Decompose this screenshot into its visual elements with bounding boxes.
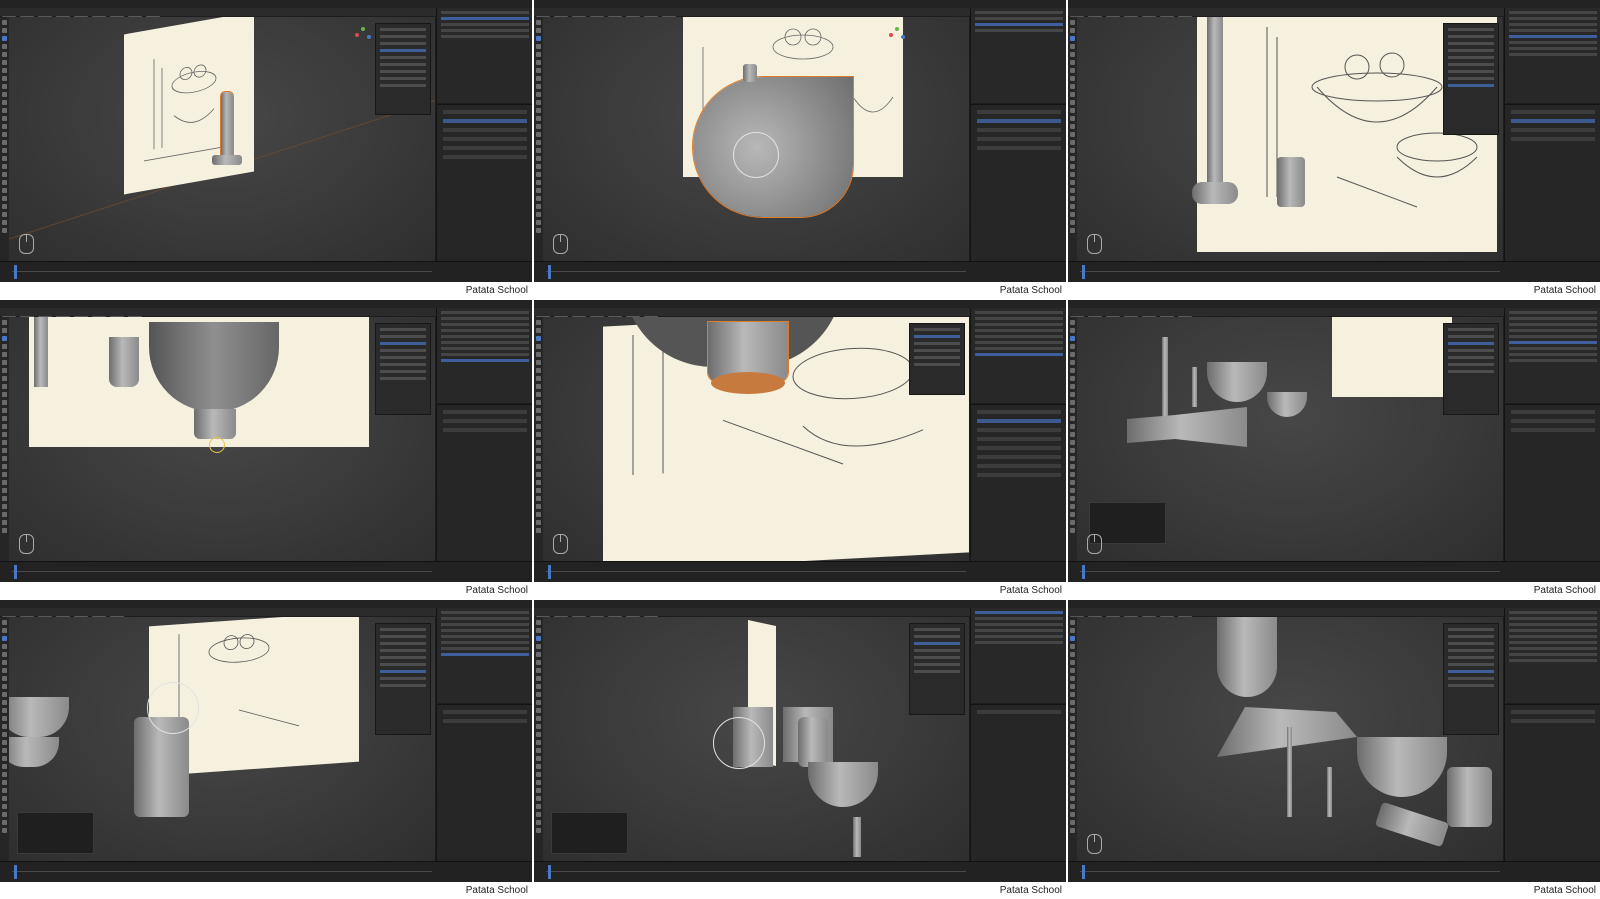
sidebar-panel[interactable] xyxy=(1443,323,1499,415)
sidebar-panel[interactable] xyxy=(909,323,965,395)
panel-r1c3: Patata School xyxy=(1068,0,1600,299)
mouse-icon xyxy=(553,234,568,254)
mouse-icon xyxy=(1087,234,1102,254)
toolbar[interactable] xyxy=(1068,617,1077,862)
navigation-gizmo-icon[interactable] xyxy=(889,27,907,45)
blender-window xyxy=(0,300,532,582)
timeline[interactable] xyxy=(1068,561,1600,582)
panel-r2c2: Patata School xyxy=(534,300,1066,599)
watermark: Patata School xyxy=(1533,885,1596,896)
3d-viewport[interactable] xyxy=(543,17,969,262)
properties-panel[interactable] xyxy=(970,104,1066,262)
sidebar-panel[interactable] xyxy=(375,23,431,115)
timeline[interactable] xyxy=(534,861,1066,882)
outliner[interactable] xyxy=(1504,8,1600,103)
object-gizmo-icon[interactable] xyxy=(147,682,199,734)
toolbar[interactable] xyxy=(0,617,9,862)
mouse-icon xyxy=(19,234,34,254)
properties-panel[interactable] xyxy=(970,404,1066,562)
3d-viewport[interactable] xyxy=(9,17,435,262)
blender-window xyxy=(0,600,532,882)
sidebar-panel[interactable] xyxy=(1443,623,1499,735)
navigation-gizmo-icon[interactable] xyxy=(355,27,373,45)
blender-window xyxy=(534,300,1066,582)
reference-image xyxy=(1332,317,1452,397)
tutorial-collage: Patata School Patata School Patata Schoo… xyxy=(0,0,1600,899)
3d-viewport[interactable] xyxy=(9,317,435,562)
toolbar[interactable] xyxy=(534,17,543,262)
watermark: Patata School xyxy=(999,885,1062,896)
outliner[interactable] xyxy=(1504,308,1600,403)
timeline[interactable] xyxy=(0,261,532,282)
properties-panel[interactable] xyxy=(436,704,532,862)
timeline[interactable] xyxy=(0,561,532,582)
blender-window xyxy=(534,600,1066,882)
object-gizmo-icon[interactable] xyxy=(733,132,779,178)
sidebar-panel[interactable] xyxy=(375,323,431,415)
panel-r2c1: Patata School xyxy=(0,300,532,599)
3d-viewport[interactable] xyxy=(543,617,969,862)
outliner[interactable] xyxy=(970,308,1066,403)
outliner[interactable] xyxy=(970,608,1066,703)
object-gizmo-icon[interactable] xyxy=(713,717,765,769)
timeline[interactable] xyxy=(1068,261,1600,282)
properties-panel[interactable] xyxy=(436,404,532,562)
timeline[interactable] xyxy=(1068,861,1600,882)
toolbar[interactable] xyxy=(534,617,543,862)
panel-r3c2: Patata School xyxy=(534,600,1066,899)
watermark: Patata School xyxy=(1533,285,1596,296)
watermark: Patata School xyxy=(465,285,528,296)
properties-panel[interactable] xyxy=(970,704,1066,862)
sidebar-panel[interactable] xyxy=(375,623,431,735)
last-operation-panel[interactable] xyxy=(551,812,628,854)
panel-r2c3: Patata School xyxy=(1068,300,1600,599)
watermark: Patata School xyxy=(1533,585,1596,596)
blender-window xyxy=(0,0,532,282)
blender-window xyxy=(1068,0,1600,282)
outliner[interactable] xyxy=(1504,608,1600,703)
mouse-icon xyxy=(1087,534,1102,554)
properties-panel[interactable] xyxy=(436,104,532,262)
panel-r1c1: Patata School xyxy=(0,0,532,299)
object-gizmo-icon[interactable] xyxy=(209,437,225,453)
watermark: Patata School xyxy=(999,585,1062,596)
toolbar[interactable] xyxy=(1068,317,1077,562)
3d-viewport[interactable] xyxy=(543,317,969,562)
properties-panel[interactable] xyxy=(1504,704,1600,862)
properties-panel[interactable] xyxy=(1504,104,1600,262)
toolbar[interactable] xyxy=(534,317,543,562)
blender-window xyxy=(1068,600,1600,882)
watermark: Patata School xyxy=(465,585,528,596)
mouse-icon xyxy=(553,534,568,554)
panel-r3c1: Patata School xyxy=(0,600,532,899)
reference-image xyxy=(124,17,254,195)
blender-window xyxy=(534,0,1066,282)
timeline[interactable] xyxy=(534,561,1066,582)
panel-r1c2: Patata School xyxy=(534,0,1066,299)
timeline[interactable] xyxy=(0,861,532,882)
sidebar-panel[interactable] xyxy=(909,623,965,715)
watermark: Patata School xyxy=(465,885,528,896)
toolbar[interactable] xyxy=(1068,17,1077,262)
outliner[interactable] xyxy=(436,308,532,403)
3d-viewport[interactable] xyxy=(9,617,435,862)
toolbar[interactable] xyxy=(0,17,9,262)
panel-r3c3: Patata School xyxy=(1068,600,1600,899)
outliner[interactable] xyxy=(436,608,532,703)
3d-viewport[interactable] xyxy=(1077,617,1503,862)
3d-viewport[interactable] xyxy=(1077,317,1503,562)
watermark: Patata School xyxy=(999,285,1062,296)
timeline[interactable] xyxy=(534,261,1066,282)
outliner[interactable] xyxy=(970,8,1066,103)
3d-viewport[interactable] xyxy=(1077,17,1503,262)
properties-panel[interactable] xyxy=(1504,404,1600,562)
mouse-icon xyxy=(1087,834,1102,854)
mouse-icon xyxy=(19,534,34,554)
blender-window xyxy=(1068,300,1600,582)
last-operation-panel[interactable] xyxy=(17,812,94,854)
outliner[interactable] xyxy=(436,8,532,103)
toolbar[interactable] xyxy=(0,317,9,562)
sidebar-panel[interactable] xyxy=(1443,23,1499,135)
